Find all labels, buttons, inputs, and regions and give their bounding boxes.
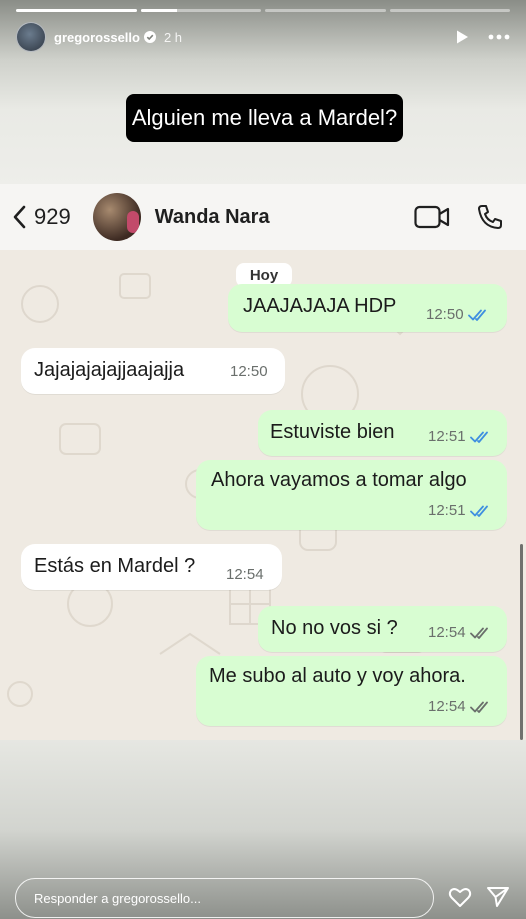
story-progress-fill [16, 9, 137, 12]
chat-screenshot: 929 Wanda Nara Hoy JAAJAJAJA HDP 12:50 Jaj… [0, 184, 526, 740]
story-progress-segment [140, 9, 261, 12]
message-time: 12:54 [428, 624, 466, 641]
chat-header: 929 Wanda Nara [0, 184, 526, 250]
message-meta: 12:51 [428, 502, 492, 519]
double-check-icon [469, 627, 488, 639]
message-text: Me subo al auto y voy ahora. [209, 665, 466, 687]
message-time: 12:51 [428, 428, 466, 445]
story-header: gregorossello 2 h [16, 21, 510, 53]
message-meta: 12:54 [226, 566, 264, 583]
message-time: 12:51 [428, 502, 466, 519]
story-caption: Alguien me lleva a Mardel? [126, 94, 403, 142]
more-icon[interactable] [488, 29, 510, 45]
story-progress-fill [140, 9, 177, 12]
double-check-icon [469, 431, 488, 443]
contact-avatar[interactable] [92, 193, 141, 241]
message-text: No no vos si ? [271, 617, 398, 639]
verified-icon [143, 31, 156, 43]
reply-placeholder: Responder a gregorossello... [34, 890, 201, 906]
story-progress-segment [389, 9, 510, 12]
story-username[interactable]: gregorossello [54, 30, 140, 45]
scroll-indicator [520, 544, 523, 740]
message-text: Estuviste bien [270, 421, 395, 443]
contact-name[interactable]: Wanda Nara [155, 206, 270, 229]
avatar[interactable] [16, 22, 46, 52]
unread-count: 929 [34, 204, 71, 229]
double-check-icon [467, 309, 486, 321]
message-meta: 12:50 [426, 306, 490, 323]
back-button[interactable]: 929 [10, 204, 71, 230]
outgoing-message[interactable]: No no vos si ? 12:54 [258, 606, 507, 652]
video-call-icon[interactable] [414, 205, 450, 229]
message-time: 12:54 [428, 698, 466, 715]
outgoing-message[interactable]: JAAJAJAJA HDP 12:50 [228, 284, 507, 332]
outgoing-message[interactable]: Ahora vayamos a tomar algo 12:51 [196, 460, 507, 530]
send-icon[interactable] [486, 885, 510, 909]
message-meta: 12:54 [428, 624, 492, 641]
play-icon[interactable] [454, 29, 470, 45]
message-meta: 12:54 [428, 698, 492, 715]
outgoing-message[interactable]: Estuviste bien 12:51 [258, 410, 507, 456]
phone-icon[interactable] [476, 203, 504, 231]
message-text: Ahora vayamos a tomar algo [211, 469, 467, 491]
message-text: JAAJAJAJA HDP [243, 295, 397, 317]
message-time: 12:50 [426, 306, 464, 323]
message-time: 12:54 [226, 566, 264, 583]
story-progress-segment [265, 9, 386, 12]
heart-icon[interactable] [448, 885, 472, 909]
message-time: 12:50 [230, 363, 268, 380]
story-progress [16, 9, 510, 12]
message-text: Estás en Mardel ? [34, 555, 196, 577]
reply-input[interactable]: Responder a gregorossello... [15, 878, 434, 918]
story-progress-segment [16, 9, 137, 12]
story-time: 2 h [163, 29, 183, 45]
message-meta: 12:51 [428, 428, 492, 445]
incoming-message[interactable]: Jajajajajajjaajajja 12:50 [21, 348, 285, 394]
double-check-icon [469, 701, 488, 713]
message-text: Jajajajajajjaajajja [34, 359, 185, 381]
message-meta: 12:50 [230, 363, 268, 380]
back-chevron-icon [13, 205, 26, 229]
incoming-message[interactable]: Estás en Mardel ? 12:54 [21, 544, 282, 590]
outgoing-message[interactable]: Me subo al auto y voy ahora. 12:54 [196, 656, 507, 726]
double-check-icon [469, 505, 488, 517]
